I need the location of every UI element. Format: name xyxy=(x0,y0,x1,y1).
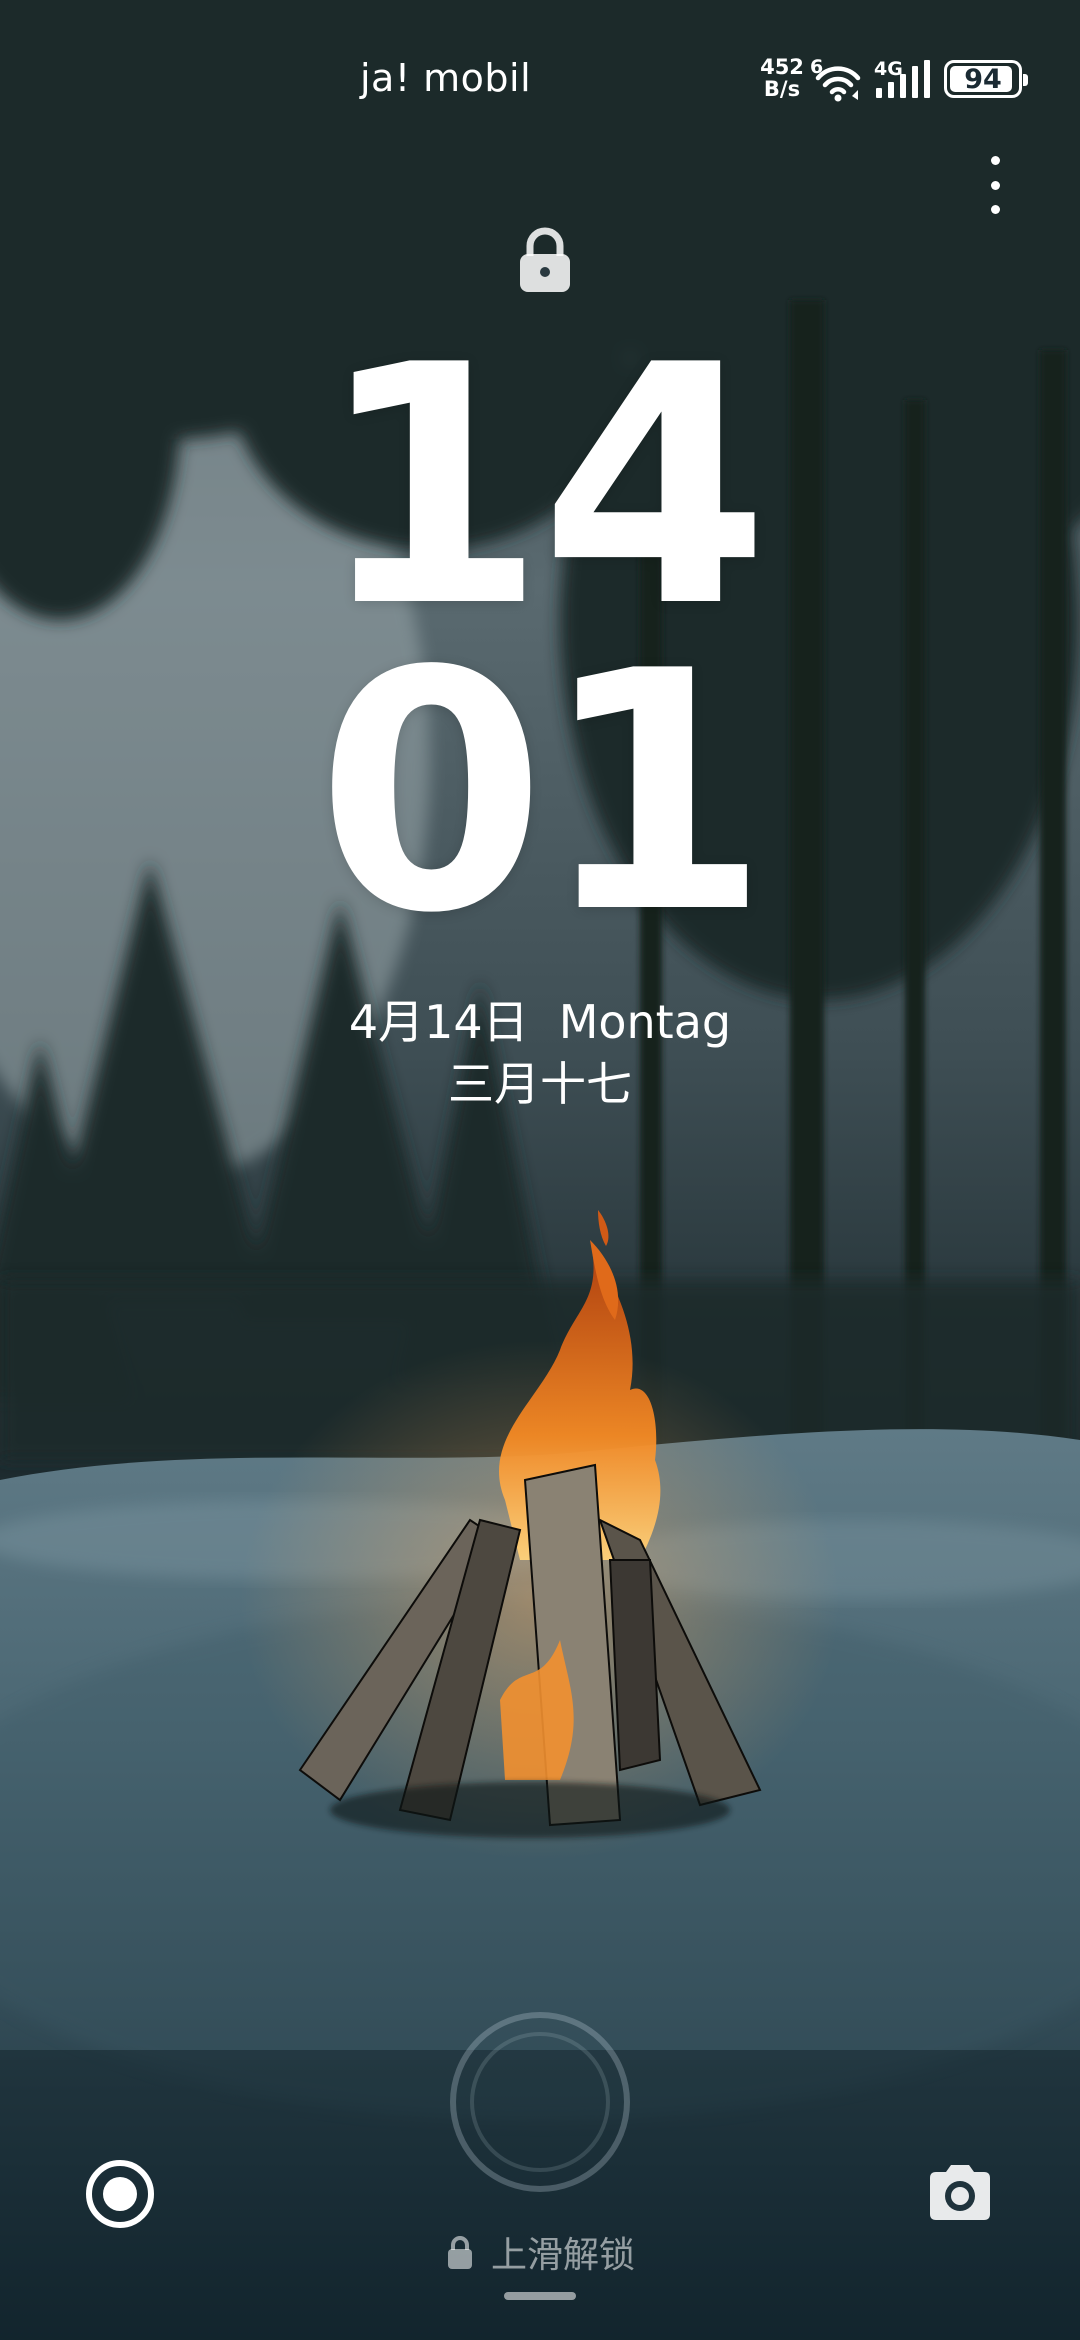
battery-cap xyxy=(1023,74,1028,86)
clock-minutes: 01 xyxy=(316,601,769,985)
fingerprint-inner-ring xyxy=(470,2032,610,2172)
fingerprint-ring-icon[interactable] xyxy=(450,2012,630,2192)
home-indicator[interactable] xyxy=(504,2292,576,2300)
small-lock-icon xyxy=(447,2236,472,2269)
wifi-6-icon: 6 xyxy=(808,56,864,102)
network-speed: 452 B/s xyxy=(760,56,804,100)
signal-bars-icon: 4G xyxy=(874,58,930,100)
network-speed-value: 452 xyxy=(760,55,804,79)
battery-icon: 94 xyxy=(944,60,1028,98)
assistant-icon[interactable] xyxy=(84,2158,156,2230)
dot xyxy=(990,156,1000,165)
date-line: 4月14日 Montag xyxy=(0,996,1080,1048)
network-speed-unit: B/s xyxy=(763,77,801,101)
more-vertical-icon[interactable] xyxy=(975,150,1015,220)
camera-icon[interactable] xyxy=(924,2160,996,2224)
battery-level: 94 xyxy=(964,63,1002,95)
dot xyxy=(990,205,1000,214)
date-text: 4月14日 xyxy=(348,995,529,1049)
lock-icon xyxy=(520,227,570,292)
dot xyxy=(990,180,1000,190)
lock-screen: ja! mobil 452 B/s 6 4G 94 14 01 4月14日 Mo… xyxy=(0,0,1080,2340)
lunar-date: 三月十七 xyxy=(448,1057,632,1111)
carrier-name: ja! mobil xyxy=(360,56,532,100)
swipe-unlock-text: 上滑解锁 xyxy=(490,2235,635,2276)
swipe-unlock-hint: 上滑解锁 xyxy=(0,2226,1080,2278)
weekday-text: Montag xyxy=(558,995,732,1049)
